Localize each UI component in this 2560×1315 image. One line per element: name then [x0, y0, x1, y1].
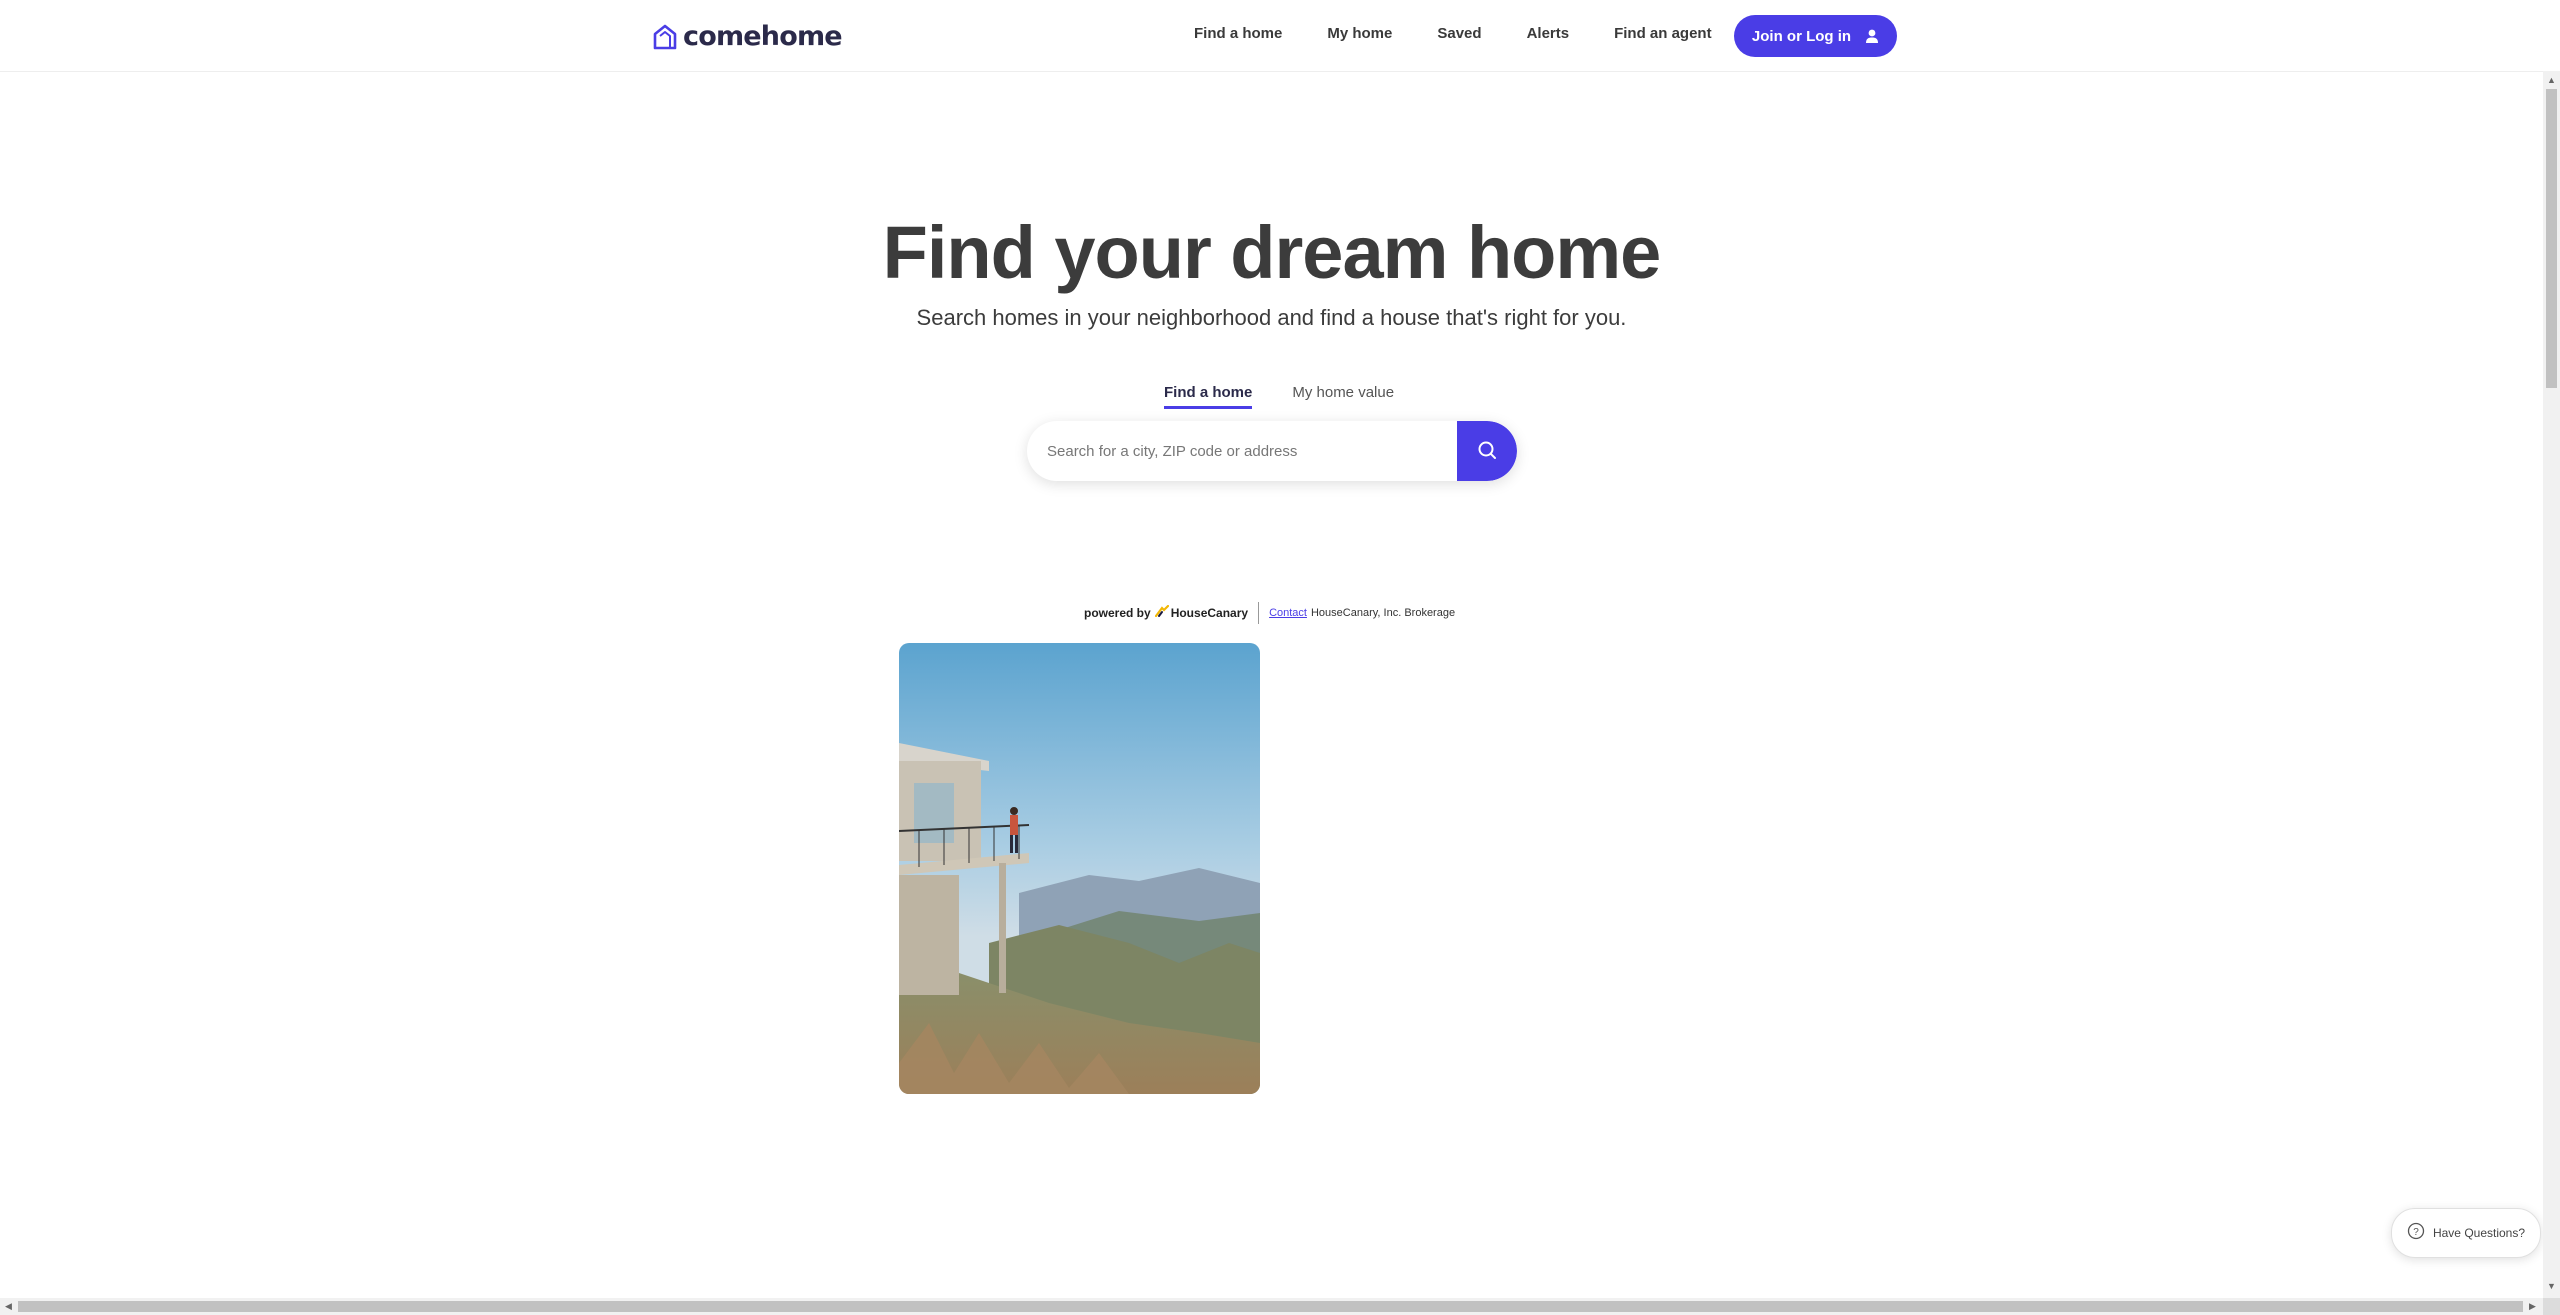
divider	[1258, 602, 1260, 624]
scroll-left-arrow-icon[interactable]: ◀	[5, 1301, 12, 1312]
vertical-scroll-thumb[interactable]	[2546, 89, 2557, 388]
house-logo-icon	[652, 23, 678, 51]
scroll-up-arrow-icon[interactable]: ▲	[2547, 75, 2556, 85]
search-input[interactable]	[1027, 421, 1457, 481]
scroll-down-arrow-icon[interactable]: ▼	[2547, 1281, 2556, 1291]
tab-find-a-home[interactable]: Find a home	[1164, 384, 1253, 409]
join-or-login-button[interactable]: Join or Log in	[1734, 15, 1897, 57]
nav-alerts[interactable]: Alerts	[1527, 24, 1570, 44]
nav-saved[interactable]: Saved	[1437, 24, 1481, 44]
scrollbar-corner	[2543, 1298, 2560, 1315]
nav-find-an-agent[interactable]: Find an agent	[1614, 24, 1712, 44]
search-mode-tabs: Find a home My home value	[1164, 384, 1434, 409]
svg-text:?: ?	[2413, 1227, 2419, 1238]
vertical-scrollbar[interactable]: ▲ ▼	[2543, 71, 2560, 1298]
housecanary-brand: HouseCanary	[1170, 606, 1249, 620]
have-questions-label: Have Questions?	[2432, 1226, 2526, 1240]
hero-subtitle: Search homes in your neighborhood and fi…	[916, 305, 1627, 330]
have-questions-button[interactable]: ? Have Questions?	[2391, 1208, 2541, 1258]
brokerage-text: HouseCanary, Inc. Brokerage	[1310, 607, 1456, 619]
hero-photo-house-on-hillside	[899, 643, 1260, 1094]
nav-find-a-home[interactable]: Find a home	[1194, 24, 1282, 44]
tab-my-home-value[interactable]: My home value	[1292, 384, 1394, 409]
user-icon	[1865, 29, 1879, 44]
chat-bubble-icon: ?	[2407, 1222, 2425, 1245]
site-header: comehome Find a home My home Saved Alert…	[0, 0, 2543, 72]
join-button-label: Join or Log in	[1751, 27, 1852, 45]
logo-text: comehome	[683, 21, 843, 52]
comehome-logo[interactable]: comehome	[652, 21, 843, 52]
horizontal-scrollbar[interactable]: ◀ ▶	[0, 1298, 2543, 1315]
search-button[interactable]	[1457, 421, 1517, 481]
search-bar	[1027, 421, 1517, 481]
housecanary-logo: HouseCanary	[1154, 604, 1249, 622]
horizontal-scroll-thumb[interactable]	[18, 1301, 2523, 1312]
hero-title: Find your dream home	[882, 211, 1662, 294]
main-nav: Find a home My home Saved Alerts Find an…	[1194, 24, 1757, 44]
contact-link[interactable]: Contact	[1269, 607, 1307, 619]
powered-by-bar: powered by HouseCanary Contact HouseCana…	[1084, 601, 1455, 625]
nav-my-home[interactable]: My home	[1327, 24, 1392, 44]
powered-by-label: powered by	[1084, 606, 1151, 620]
scroll-right-arrow-icon[interactable]: ▶	[2529, 1301, 2536, 1312]
search-icon	[1477, 440, 1497, 463]
housecanary-logo-icon	[1154, 604, 1169, 622]
